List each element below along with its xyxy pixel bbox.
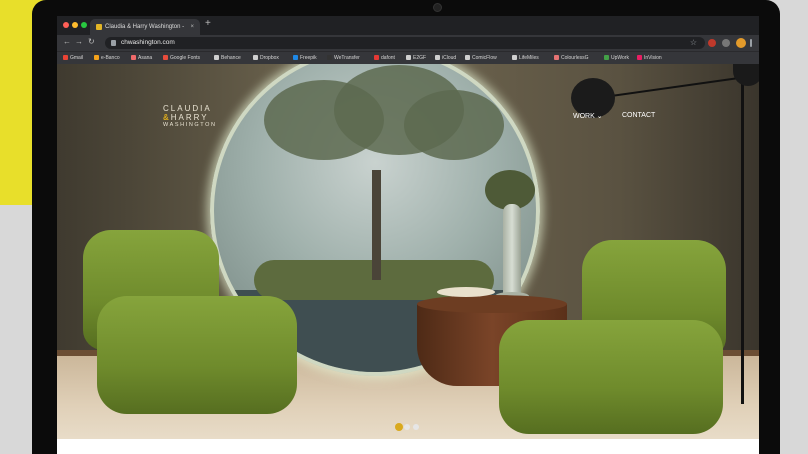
logo-line-1: CLAUDIA (163, 104, 212, 113)
maximize-window-dot[interactable] (81, 22, 87, 28)
bookmark-item[interactable]: LifeMiles (512, 52, 539, 64)
green-armchair-right-seat (499, 320, 723, 434)
forward-button[interactable]: → (75, 37, 83, 46)
minimize-window-dot[interactable] (72, 22, 78, 28)
logo-line-2: &HARRY (163, 113, 209, 122)
reload-button[interactable]: ↻ (88, 37, 95, 46)
bookmark-item[interactable]: Freepik (293, 52, 317, 64)
hero-slide: CLAUDIA &HARRY WASHINGTON WORK ⌄ CONTACT (57, 64, 759, 439)
bookmark-item[interactable]: WeTransfer (327, 52, 360, 64)
browser-tab[interactable]: Claudia & Harry Washington - × (90, 19, 200, 35)
nav-work-label: WORK (573, 113, 595, 120)
site-favicon-icon (96, 24, 102, 30)
bookmark-item[interactable]: dafont (374, 52, 395, 64)
bookmark-star-icon[interactable]: ☆ (690, 37, 697, 49)
bookmark-item[interactable]: InVision (637, 52, 662, 64)
bookmark-item[interactable]: Gmail (63, 52, 83, 64)
carousel-dot[interactable] (404, 424, 410, 430)
bookmark-item[interactable]: e-Banco (94, 52, 120, 64)
webcam (433, 3, 442, 12)
extension-icon[interactable] (722, 39, 730, 47)
tree-trunk (372, 170, 381, 280)
tree-canopy (404, 90, 504, 160)
side-table-top (417, 295, 567, 313)
lock-icon (111, 40, 116, 46)
bookmark-item[interactable]: Behance (214, 52, 241, 64)
green-armchair-left-seat (97, 296, 297, 414)
tab-bar: Claudia & Harry Washington - × + (57, 16, 759, 35)
new-tab-button[interactable]: + (205, 18, 211, 29)
chevron-down-icon: ⌄ (596, 113, 603, 120)
bookmark-item[interactable]: E2GF (406, 52, 426, 64)
fruit-plate (437, 287, 495, 297)
site-logo[interactable]: CLAUDIA &HARRY WASHINGTON (163, 104, 217, 128)
url-input[interactable]: chwashington.com ☆ (105, 37, 705, 49)
tab-close-icon[interactable]: × (190, 19, 194, 35)
bookmark-item[interactable]: iCloud (435, 52, 456, 64)
address-bar-row: ← → ↻ chwashington.com ☆ (57, 35, 759, 51)
extension-icon[interactable] (708, 39, 716, 47)
bookmarks-bar: Gmail e-Banco Asana Google Fonts Behance… (57, 51, 759, 64)
tab-title: Claudia & Harry Washington - (105, 24, 185, 30)
logo-line-3: WASHINGTON (163, 122, 217, 128)
nav-work-link[interactable]: WORK ⌄ (573, 112, 603, 120)
bookmark-item[interactable]: Asana (131, 52, 152, 64)
bookmark-item[interactable]: ColourlessG (554, 52, 589, 64)
menu-kebab-icon[interactable] (750, 39, 752, 47)
profile-avatar-icon[interactable] (736, 38, 746, 48)
carousel-dot[interactable] (413, 424, 419, 430)
bookmark-item[interactable]: ComicFlow (465, 52, 497, 64)
carousel-dot[interactable] (395, 423, 403, 431)
content-area (57, 439, 759, 454)
url-text: chwashington.com (121, 39, 175, 46)
close-window-dot[interactable] (63, 22, 69, 28)
back-button[interactable]: ← (63, 37, 71, 46)
floor-lamp-pole (741, 64, 744, 404)
bookmark-item[interactable]: Google Fonts (163, 52, 200, 64)
nav-contact-link[interactable]: CONTACT (622, 112, 655, 119)
bookmark-item[interactable]: Dropbox (253, 52, 279, 64)
bookmark-item[interactable]: UpWork (604, 52, 629, 64)
browser-window: Claudia & Harry Washington - × + ← → ↻ c… (57, 16, 759, 454)
glass-vase (503, 204, 521, 300)
